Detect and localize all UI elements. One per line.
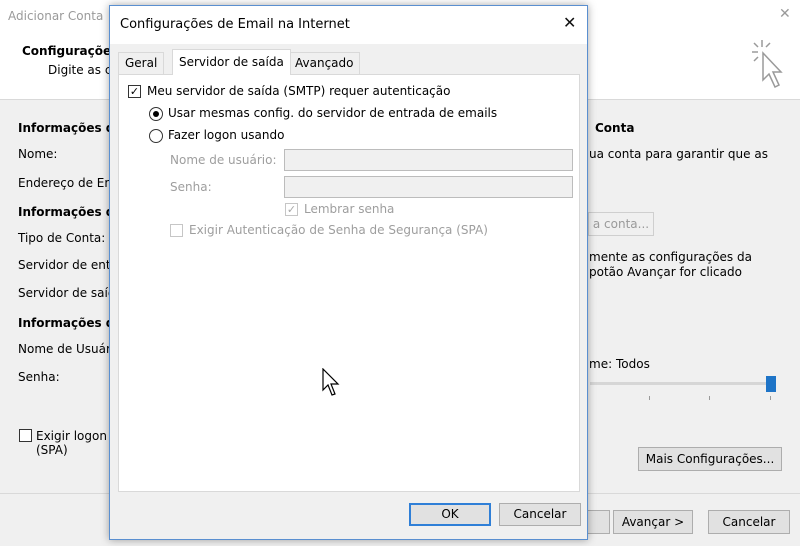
spa-auth-label: Exigir Autenticação de Senha de Seguranç…: [189, 223, 488, 237]
mail-to-keep-slider-track: [590, 382, 776, 385]
wizard-title: Adicionar Conta: [8, 9, 104, 23]
use-same-settings-label: Usar mesmas config. do servidor de entra…: [168, 106, 498, 120]
use-same-settings-radio[interactable]: [149, 107, 163, 121]
label-name: Nome:: [18, 147, 58, 161]
mail-to-keep-value: Todos: [616, 357, 650, 371]
section-test-account: Conta: [595, 121, 635, 135]
more-settings-button[interactable]: Mais Configurações...: [638, 447, 782, 471]
label-password: Senha:: [18, 370, 60, 384]
wizard-cursor-sparkle-icon: [752, 40, 783, 89]
spa-checkbox-label-line2: (SPA): [36, 443, 68, 457]
slider-tick: [709, 396, 710, 400]
tab-panel-outgoing-server: ✓ Meu servidor de saída (SMTP) requer au…: [118, 74, 580, 492]
spa-auth-checkbox[interactable]: [170, 224, 183, 237]
label-username: Nome de Usuár: [18, 342, 111, 356]
logon-using-label: Fazer logon usando: [168, 128, 285, 142]
label-account-type: Tipo de Conta:: [18, 231, 106, 245]
mouse-pointer-icon: [322, 368, 340, 396]
next-button[interactable]: Avançar >: [613, 510, 693, 534]
password-input[interactable]: [284, 176, 573, 198]
remember-password-checkbox[interactable]: ✓: [285, 203, 298, 216]
tab-advanced[interactable]: Avançado: [288, 52, 361, 74]
section-server-info: Informações do: [18, 205, 123, 219]
internet-email-settings-dialog: Configurações de Email na Internet ✕ Ger…: [109, 5, 588, 540]
smtp-auth-label: Meu servidor de saída (SMTP) requer aute…: [147, 84, 451, 98]
mail-to-keep-label: me:: [589, 357, 613, 371]
label-outgoing-server: Servidor de saíd: [18, 286, 116, 300]
smtp-auth-checkbox[interactable]: ✓: [128, 85, 141, 98]
radio-selected-dot: [153, 111, 159, 117]
section-user-info: Informações do: [18, 121, 123, 135]
username-label: Nome de usuário:: [170, 153, 277, 167]
wizard-heading: Configurações: [22, 44, 119, 58]
label-email: Endereço de Em: [18, 176, 117, 190]
password-label: Senha:: [170, 180, 212, 194]
remember-password-label: Lembrar senha: [304, 202, 395, 216]
logon-using-radio[interactable]: [149, 129, 163, 143]
auto-test-text-line2: potão Avançar for clicado: [589, 265, 742, 279]
dialog-cancel-button[interactable]: Cancelar: [499, 503, 581, 526]
slider-tick: [770, 396, 771, 400]
test-account-button[interactable]: a conta...: [588, 212, 654, 236]
wizard-close-icon[interactable]: ✕: [779, 6, 791, 22]
mail-to-keep-slider-thumb[interactable]: [766, 376, 776, 392]
dialog-close-icon[interactable]: ✕: [563, 13, 576, 32]
ok-button[interactable]: OK: [409, 503, 491, 526]
wizard-cancel-button[interactable]: Cancelar: [708, 510, 790, 534]
tab-general[interactable]: Geral: [118, 52, 165, 74]
slider-tick: [649, 396, 650, 400]
spa-checkbox[interactable]: [19, 429, 32, 442]
username-input[interactable]: [284, 149, 573, 171]
auto-test-text-line1: mente as configurações da: [589, 250, 752, 264]
tab-outgoing-server[interactable]: Servidor de saída: [172, 49, 291, 75]
section-logon-info: Informações de: [18, 316, 123, 330]
dialog-title: Configurações de Email na Internet: [120, 17, 350, 32]
label-incoming-server: Servidor de entr: [18, 258, 116, 272]
test-account-description: ua conta para garantir que as: [589, 147, 768, 161]
spa-checkbox-label-line1: Exigir logon: [36, 429, 107, 443]
